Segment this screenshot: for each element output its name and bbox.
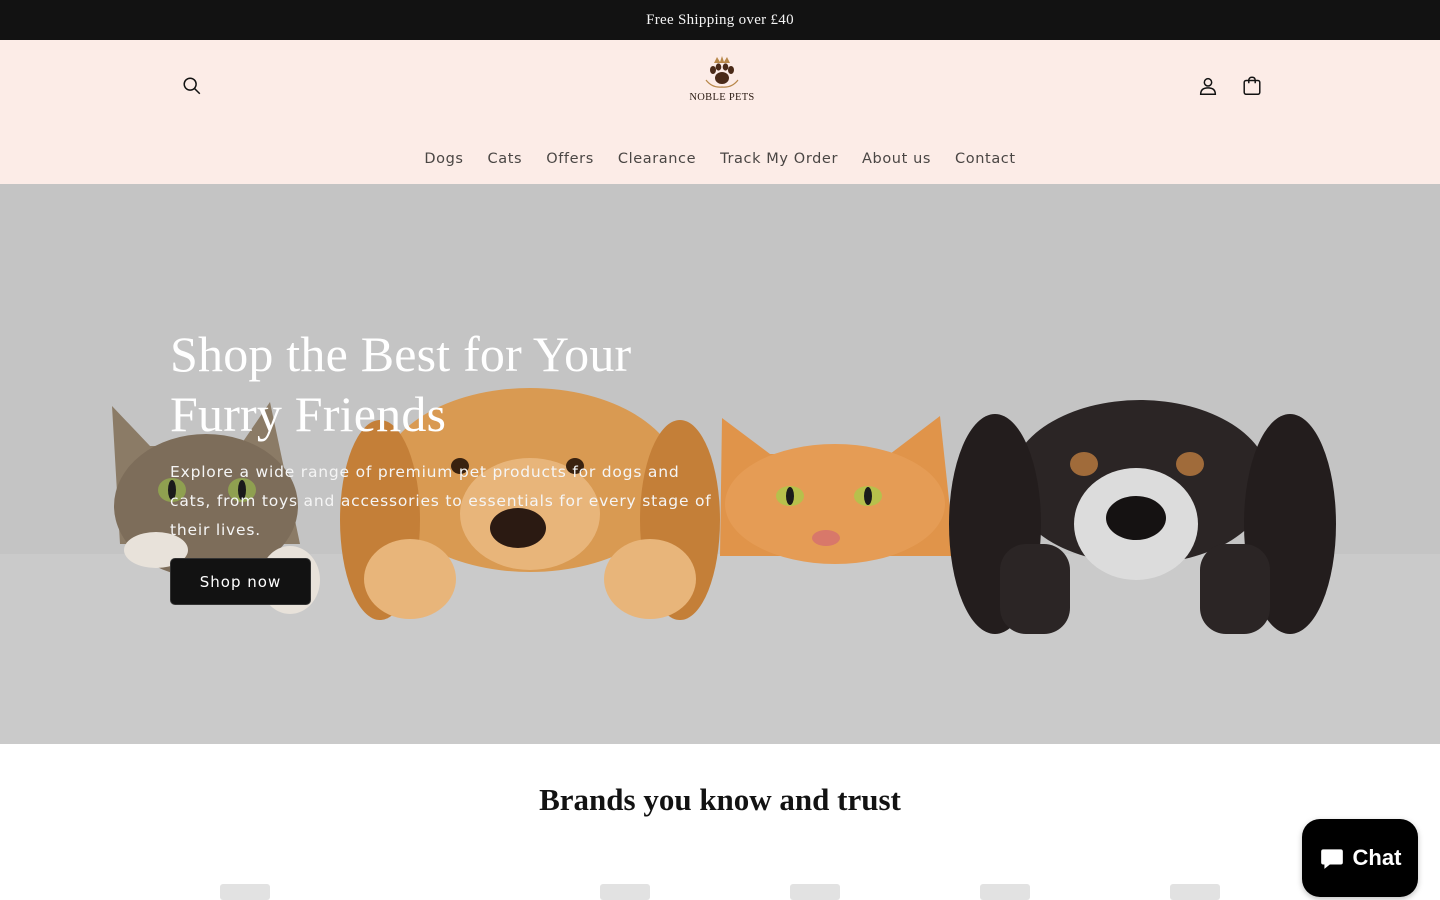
nav-item-contact[interactable]: Contact: [943, 145, 1028, 173]
brand-logo-4[interactable]: [960, 876, 1050, 900]
announcement-text: Free Shipping over £40: [646, 11, 794, 28]
announcement-bar: Free Shipping over £40: [0, 0, 1440, 40]
hero-title-line-2: Furry Friends: [170, 386, 447, 442]
search-button[interactable]: [170, 64, 214, 108]
paw-crown-logo-icon: [705, 56, 739, 88]
chat-widget-button[interactable]: Chat: [1302, 819, 1418, 897]
brands-section-title: Brands you know and trust: [539, 782, 901, 817]
nav-item-dogs[interactable]: Dogs: [412, 145, 475, 173]
chat-label: Chat: [1352, 845, 1402, 870]
brand-logo-1[interactable]: [200, 876, 290, 900]
brand-logo-2[interactable]: [580, 876, 670, 900]
account-button[interactable]: [1186, 64, 1230, 108]
hero-subtitle: Explore a wide range of premium pet prod…: [170, 463, 712, 539]
nav-item-offers[interactable]: Offers: [534, 145, 606, 173]
nav-item-track-my-order[interactable]: Track My Order: [708, 145, 850, 173]
search-icon: [183, 77, 201, 95]
hero-banner: Shop the Best for Your Furry Friends Exp…: [0, 184, 1440, 744]
shop-now-button[interactable]: Shop now: [170, 558, 311, 605]
brand-logo-5[interactable]: [1150, 876, 1240, 900]
hero-title-line-1: Shop the Best for Your: [170, 326, 632, 382]
cart-button[interactable]: [1230, 64, 1274, 108]
hero-content: Shop the Best for Your Furry Friends Exp…: [170, 324, 730, 545]
site-header: NOBLE PETS Dogs Cats Offers Clearance Tr…: [0, 40, 1440, 184]
nav-item-clearance[interactable]: Clearance: [606, 145, 708, 173]
hero-title: Shop the Best for Your Furry Friends: [170, 324, 730, 444]
account-icon: [1199, 77, 1217, 95]
chat-bubble-icon: [1320, 849, 1343, 869]
cart-icon: [1243, 76, 1261, 95]
nav-item-cats[interactable]: Cats: [476, 145, 535, 173]
brand-logo-3[interactable]: [770, 876, 860, 900]
logo-text: NOBLE PETS: [689, 92, 755, 103]
nav-item-about-us[interactable]: About us: [850, 145, 943, 173]
site-logo[interactable]: NOBLE PETS: [680, 54, 764, 120]
main-navigation: Dogs Cats Offers Clearance Track My Orde…: [0, 140, 1440, 178]
